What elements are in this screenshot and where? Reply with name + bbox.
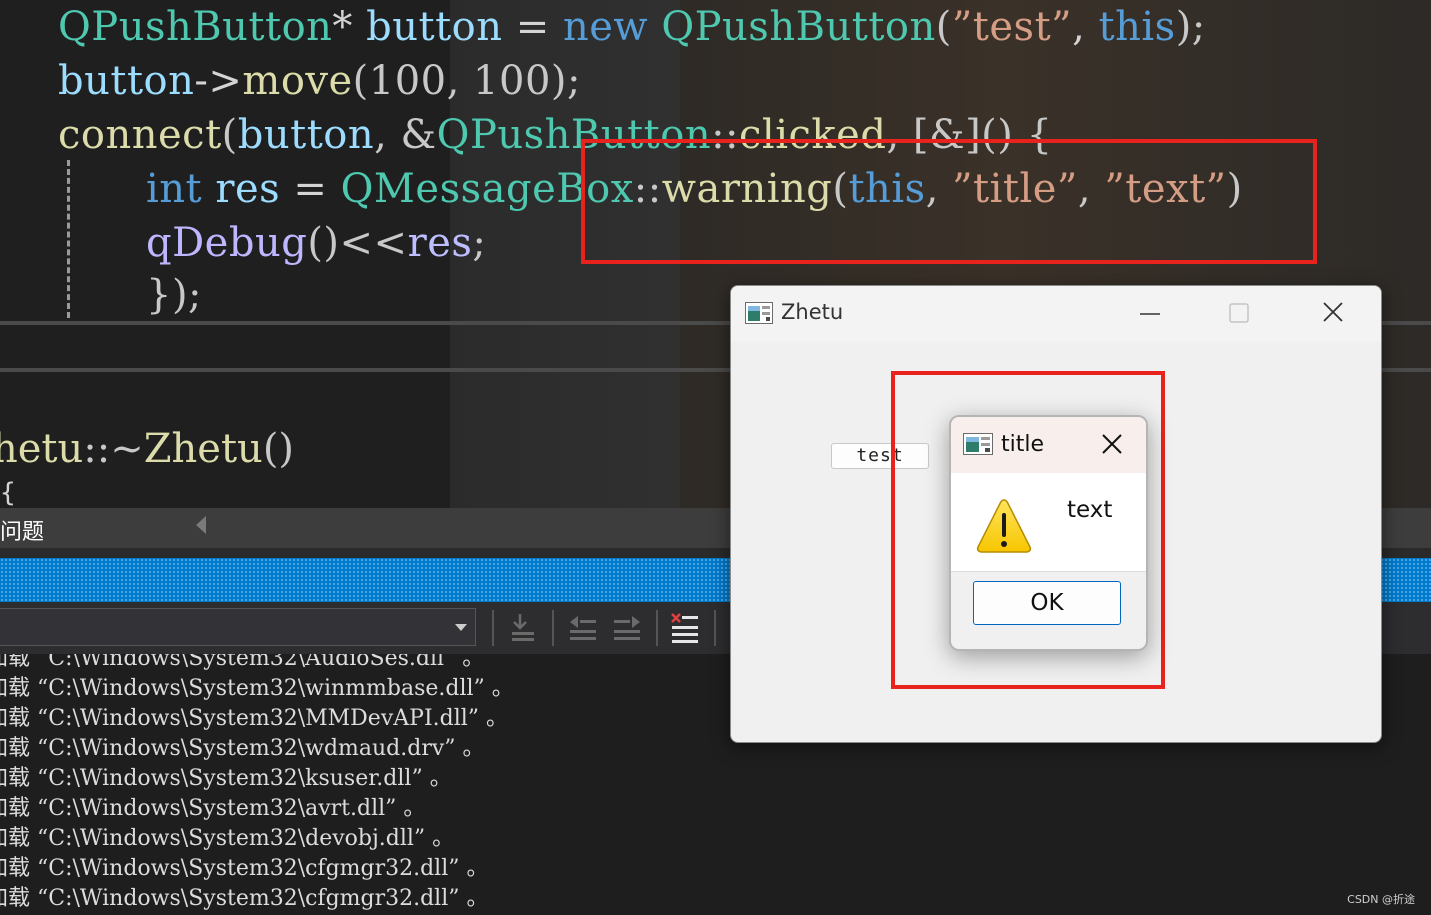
close-icon[interactable] — [1099, 431, 1125, 457]
toolbar-separator — [714, 610, 716, 646]
code-line-2: button->move(100, 100); — [58, 58, 581, 104]
code-line-brace: { — [0, 478, 16, 508]
chevron-down-icon — [455, 624, 467, 631]
log-line: 加载 “C:\Windows\System32\MMDevAPI.dll” 。 — [0, 706, 509, 731]
dialog-title: title — [1001, 432, 1045, 457]
minimize-icon[interactable] — [1136, 300, 1164, 328]
toolbar-separator — [492, 610, 494, 646]
log-line: 加载 “C:\Windows\System32\cfgmgr32.dll” 。 — [0, 886, 489, 911]
dialog-title-bar[interactable]: title — [951, 417, 1146, 473]
clear-all-icon[interactable] — [668, 610, 702, 646]
qt-window-icon — [963, 433, 993, 455]
toolbar-separator — [552, 610, 554, 646]
qt-window-icon — [745, 302, 773, 324]
message-box-dialog: title text OK — [949, 415, 1148, 651]
previous-message-icon[interactable] — [566, 610, 600, 646]
window-title: Zhetu — [781, 300, 844, 324]
tab-scroll-left-icon[interactable] — [196, 516, 206, 534]
log-line: 加载 “C:\Windows\System32\winmmbase.dll” 。 — [0, 676, 514, 701]
window-title-bar[interactable]: Zhetu — [731, 286, 1381, 342]
dialog-content: text — [951, 473, 1146, 571]
ok-button[interactable]: OK — [973, 581, 1121, 625]
highlight-box-code — [581, 139, 1317, 264]
code-line-6: }); — [146, 272, 203, 318]
next-message-icon[interactable] — [610, 610, 644, 646]
dialog-message: text — [1067, 497, 1113, 523]
log-line: 加载 “C:\Windows\System32\avrt.dll” 。 — [0, 796, 426, 821]
log-line: 加载 “C:\Windows\System32\AudioSes.dll” 。 — [0, 654, 485, 671]
tab-problems[interactable]: 问题 — [0, 514, 44, 546]
dialog-divider — [951, 571, 1146, 572]
code-line-1: QPushButton* button = new QPushButton(”t… — [58, 4, 1206, 50]
close-icon[interactable] — [1319, 298, 1347, 326]
output-source-select[interactable] — [0, 608, 476, 646]
maximize-icon[interactable] — [1228, 302, 1250, 324]
log-line: 加载 “C:\Windows\System32\devobj.dll” 。 — [0, 826, 455, 851]
indent-guide — [67, 160, 70, 318]
log-line: 加载 “C:\Windows\System32\ksuser.dll” 。 — [0, 766, 452, 791]
code-line-5: qDebug()<<res; — [146, 220, 487, 266]
log-line: 加载 “C:\Windows\System32\cfgmgr32.dll” 。 — [0, 856, 489, 881]
watermark: CSDN @折途 — [1347, 893, 1415, 906]
code-line-destructor: hetu::~Zhetu() — [0, 426, 295, 472]
warning-triangle-icon — [976, 499, 1032, 553]
go-to-line-icon[interactable] — [506, 610, 540, 646]
toolbar-separator — [656, 610, 658, 646]
log-line: 加载 “C:\Windows\System32\wdmaud.drv” 。 — [0, 736, 485, 761]
